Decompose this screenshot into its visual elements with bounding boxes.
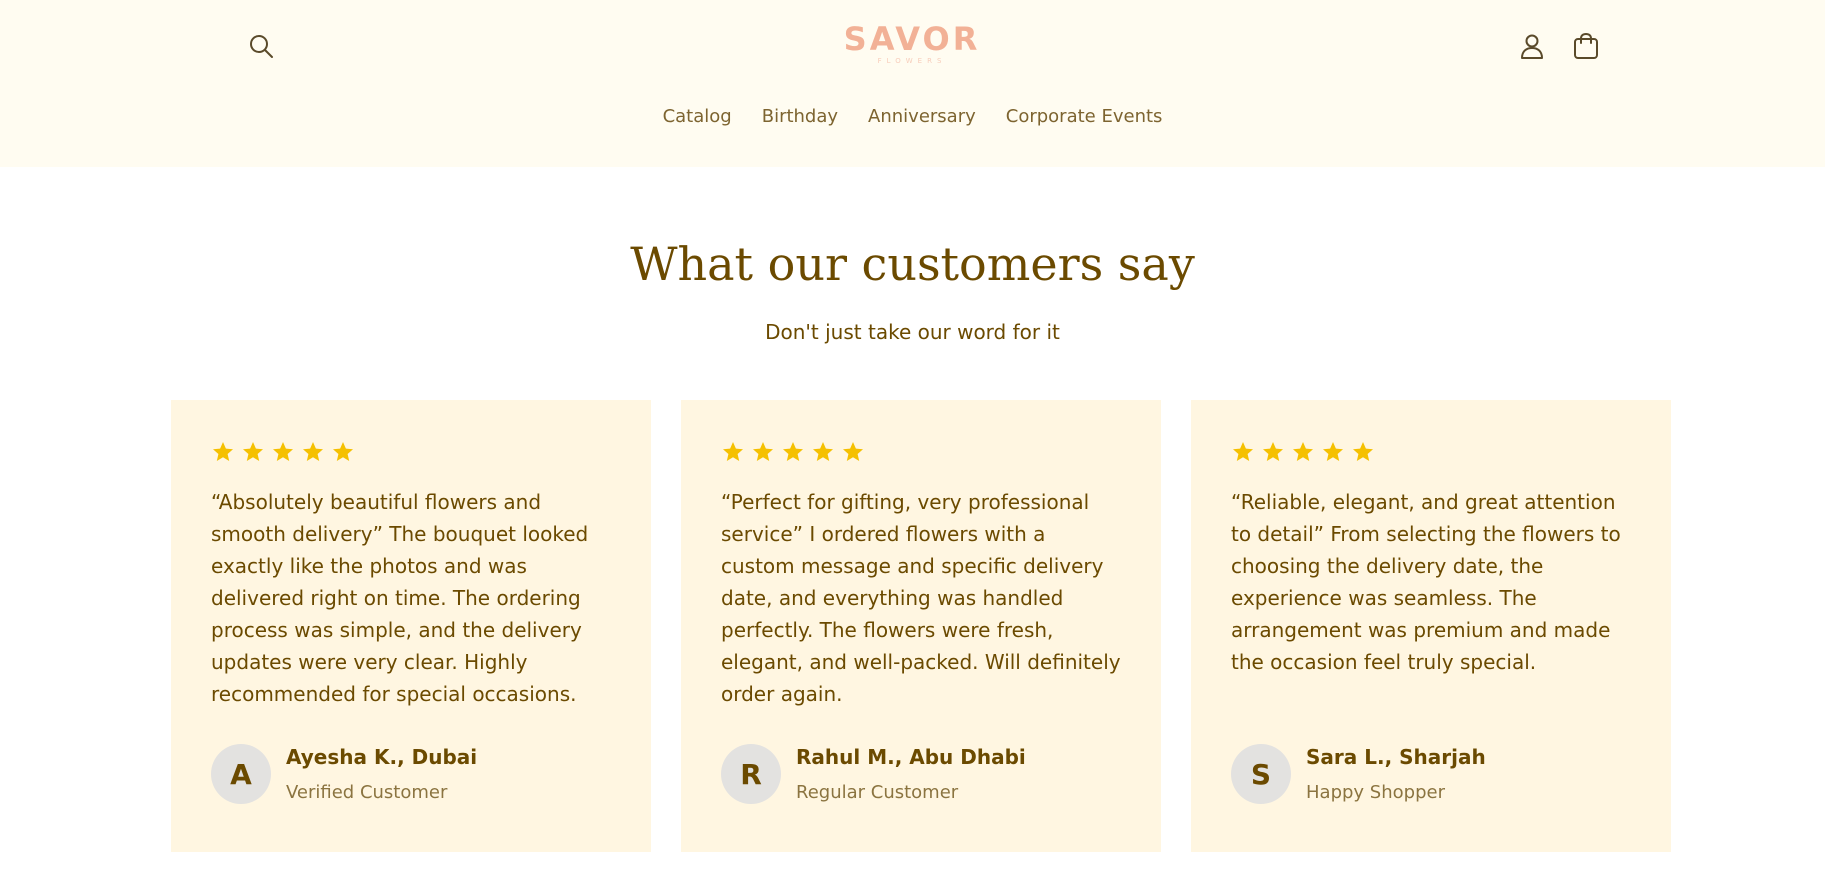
- star-icon: [841, 440, 865, 464]
- testimonial-author: A Ayesha K., Dubai Verified Customer: [211, 744, 477, 804]
- cart-icon: [1574, 32, 1598, 59]
- testimonial-author: S Sara L., Sharjah Happy Shopper: [1231, 744, 1486, 804]
- logo-tagline: FLOWERS: [877, 57, 947, 65]
- site-header: SAVOR FLOWERS Catalog Birthday Anniversa…: [0, 0, 1825, 167]
- brand-logo[interactable]: SAVOR FLOWERS: [812, 22, 1012, 66]
- testimonial-card: “Absolutely beautiful flowers and smooth…: [171, 400, 651, 852]
- author-role: Happy Shopper: [1306, 782, 1445, 803]
- star-icon: [811, 440, 835, 464]
- nav-item-anniversary[interactable]: Anniversary: [853, 104, 991, 130]
- author-name: Ayesha K., Dubai: [286, 745, 478, 769]
- star-icon: [1261, 440, 1285, 464]
- testimonial-card: “Perfect for gifting, very professional …: [681, 400, 1161, 852]
- testimonial-author: R Rahul M., Abu Dhabi Regular Customer: [721, 744, 1026, 804]
- star-icon: [781, 440, 805, 464]
- star-rating: [721, 436, 1121, 468]
- section-title: What our customers say: [630, 237, 1195, 291]
- testimonial-card: “Reliable, elegant, and great attention …: [1191, 400, 1671, 852]
- star-rating: [1231, 436, 1631, 468]
- star-icon: [1231, 440, 1255, 464]
- star-icon: [301, 440, 325, 464]
- star-icon: [1291, 440, 1315, 464]
- account-icon: [1521, 34, 1543, 59]
- star-rating: [211, 436, 611, 468]
- author-name: Sara L., Sharjah: [1306, 745, 1486, 769]
- nav-item-corporate-events[interactable]: Corporate Events: [991, 104, 1178, 130]
- nav-item-catalog[interactable]: Catalog: [648, 104, 747, 130]
- star-icon: [211, 440, 235, 464]
- avatar: S: [1231, 744, 1291, 804]
- author-name: Rahul M., Abu Dhabi: [796, 745, 1026, 769]
- star-icon: [721, 440, 745, 464]
- author-role: Regular Customer: [796, 782, 959, 803]
- logo-wordmark: SAVOR: [843, 20, 981, 58]
- cart-button[interactable]: [1566, 26, 1606, 66]
- star-icon: [751, 440, 775, 464]
- testimonial-quote: “Reliable, elegant, and great attention …: [1231, 490, 1621, 674]
- testimonial-quote: “Absolutely beautiful flowers and smooth…: [211, 490, 589, 706]
- account-button[interactable]: [1512, 26, 1552, 66]
- avatar: A: [211, 744, 271, 804]
- star-icon: [271, 440, 295, 464]
- star-icon: [241, 440, 265, 464]
- search-button[interactable]: [241, 26, 281, 66]
- nav-item-birthday[interactable]: Birthday: [747, 104, 853, 130]
- main-navigation: Catalog Birthday Anniversary Corporate E…: [0, 104, 1825, 130]
- search-icon: [250, 35, 273, 58]
- section-subtitle: Don't just take our word for it: [765, 320, 1060, 344]
- testimonial-quote: “Perfect for gifting, very professional …: [721, 490, 1121, 706]
- avatar: R: [721, 744, 781, 804]
- author-role: Verified Customer: [286, 782, 448, 803]
- star-icon: [331, 440, 355, 464]
- star-icon: [1321, 440, 1345, 464]
- star-icon: [1351, 440, 1375, 464]
